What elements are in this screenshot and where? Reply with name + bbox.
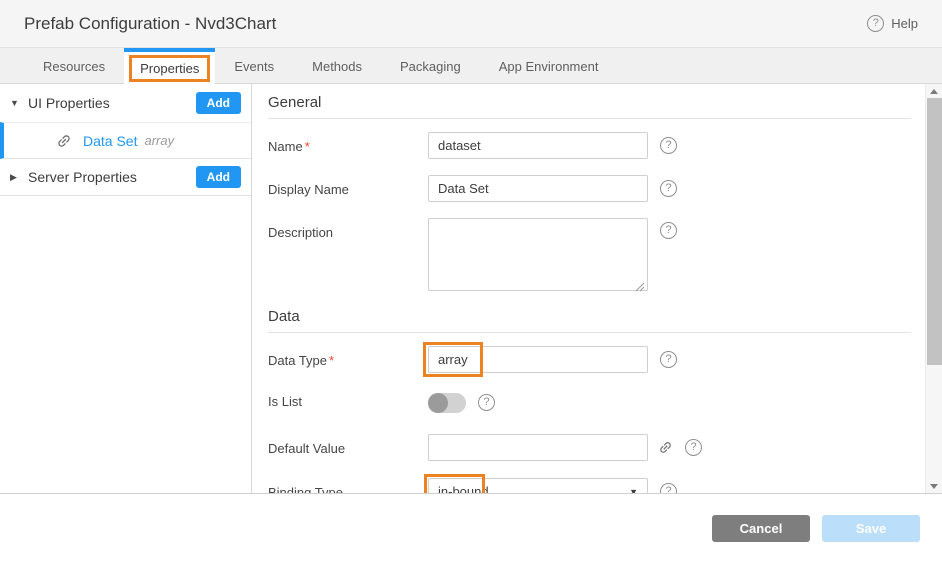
server-properties-add-button[interactable]: Add	[196, 166, 241, 188]
prefab-configuration-dialog: Prefab Configuration - Nvd3Chart ? Help …	[0, 0, 942, 562]
is-list-help-icon[interactable]: ?	[478, 394, 495, 411]
default-value-input[interactable]	[428, 434, 648, 461]
properties-sidebar: ▼ UI Properties Add Data Set array ▶ Ser…	[0, 84, 252, 493]
section-title-general: General	[268, 94, 911, 119]
description-help-icon[interactable]: ?	[660, 222, 677, 239]
cancel-button[interactable]: Cancel	[712, 515, 810, 542]
field-row-data-type: Data Type* ?	[268, 346, 911, 373]
server-properties-group[interactable]: ▶ Server Properties Add	[0, 159, 251, 196]
ui-properties-add-button[interactable]: Add	[196, 92, 241, 114]
property-form-panel: General Name* ? Display Name ?	[252, 84, 942, 493]
bind-link-icon	[53, 129, 76, 152]
data-type-help-icon[interactable]: ?	[660, 351, 677, 368]
tab-packaging[interactable]: Packaging	[381, 48, 480, 84]
save-button[interactable]: Save	[822, 515, 920, 542]
bind-link-icon[interactable]	[655, 437, 676, 458]
scroll-down-icon	[930, 484, 938, 489]
scrollbar-thumb[interactable]	[927, 98, 942, 365]
vertical-scrollbar[interactable]	[925, 84, 942, 493]
scroll-up-button[interactable]	[926, 84, 942, 98]
field-row-binding-type: Binding Type in-bound ▼ ?	[268, 478, 911, 493]
dialog-footer: Cancel Save	[0, 493, 942, 562]
data-type-label: Data Type*	[268, 346, 428, 368]
tab-bar: Resources Properties Events Methods Pack…	[0, 48, 942, 84]
help-label: Help	[891, 16, 918, 31]
scroll-down-button[interactable]	[926, 479, 942, 493]
default-value-help-icon[interactable]: ?	[685, 439, 702, 456]
tab-properties[interactable]: Properties	[124, 48, 215, 84]
caret-down-icon: ▼	[10, 98, 28, 108]
name-label: Name*	[268, 132, 428, 154]
help-button[interactable]: ? Help	[867, 15, 918, 32]
caret-right-icon: ▶	[10, 172, 28, 183]
ui-properties-group[interactable]: ▼ UI Properties Add	[0, 84, 251, 122]
dialog-header: Prefab Configuration - Nvd3Chart ? Help	[0, 0, 942, 48]
help-question-icon: ?	[867, 15, 884, 32]
display-name-input[interactable]	[428, 175, 648, 202]
ui-properties-label: UI Properties	[28, 95, 196, 111]
sidebar-item-dataset[interactable]: Data Set array	[0, 122, 251, 159]
name-input[interactable]	[428, 132, 648, 159]
tab-app-environment[interactable]: App Environment	[480, 48, 618, 84]
display-name-help-icon[interactable]: ?	[660, 180, 677, 197]
tutorial-highlight-box: Properties	[129, 55, 210, 82]
description-textarea[interactable]	[428, 218, 648, 291]
section-title-data: Data	[268, 308, 911, 333]
server-properties-label: Server Properties	[28, 169, 196, 185]
field-row-display-name: Display Name ?	[268, 175, 911, 202]
field-row-is-list: Is List ?	[268, 391, 911, 413]
dialog-title: Prefab Configuration - Nvd3Chart	[24, 14, 276, 34]
field-row-name: Name* ?	[268, 132, 911, 159]
scroll-up-icon	[930, 89, 938, 94]
field-row-default-value: Default Value ?	[268, 434, 911, 461]
resize-handle-icon[interactable]	[635, 282, 645, 292]
is-list-label: Is List	[268, 391, 428, 409]
field-row-description: Description ?	[268, 218, 911, 296]
dataset-item-type: array	[144, 133, 174, 148]
tab-events[interactable]: Events	[215, 48, 293, 84]
tab-methods[interactable]: Methods	[293, 48, 381, 84]
tab-resources[interactable]: Resources	[24, 48, 124, 84]
default-value-label: Default Value	[268, 434, 428, 456]
binding-type-select[interactable]: in-bound ▼	[428, 478, 648, 493]
data-type-input[interactable]	[428, 346, 648, 373]
description-label: Description	[268, 218, 428, 240]
binding-type-label: Binding Type	[268, 478, 428, 493]
display-name-label: Display Name	[268, 175, 428, 197]
binding-type-value: in-bound	[438, 484, 489, 493]
dataset-item-name: Data Set	[83, 133, 137, 149]
required-marker: *	[305, 139, 310, 154]
is-list-toggle[interactable]	[428, 393, 466, 413]
toggle-knob	[428, 393, 448, 413]
dropdown-arrow-icon: ▼	[629, 487, 638, 494]
binding-type-help-icon[interactable]: ?	[660, 483, 677, 493]
name-help-icon[interactable]: ?	[660, 137, 677, 154]
required-marker: *	[329, 353, 334, 368]
